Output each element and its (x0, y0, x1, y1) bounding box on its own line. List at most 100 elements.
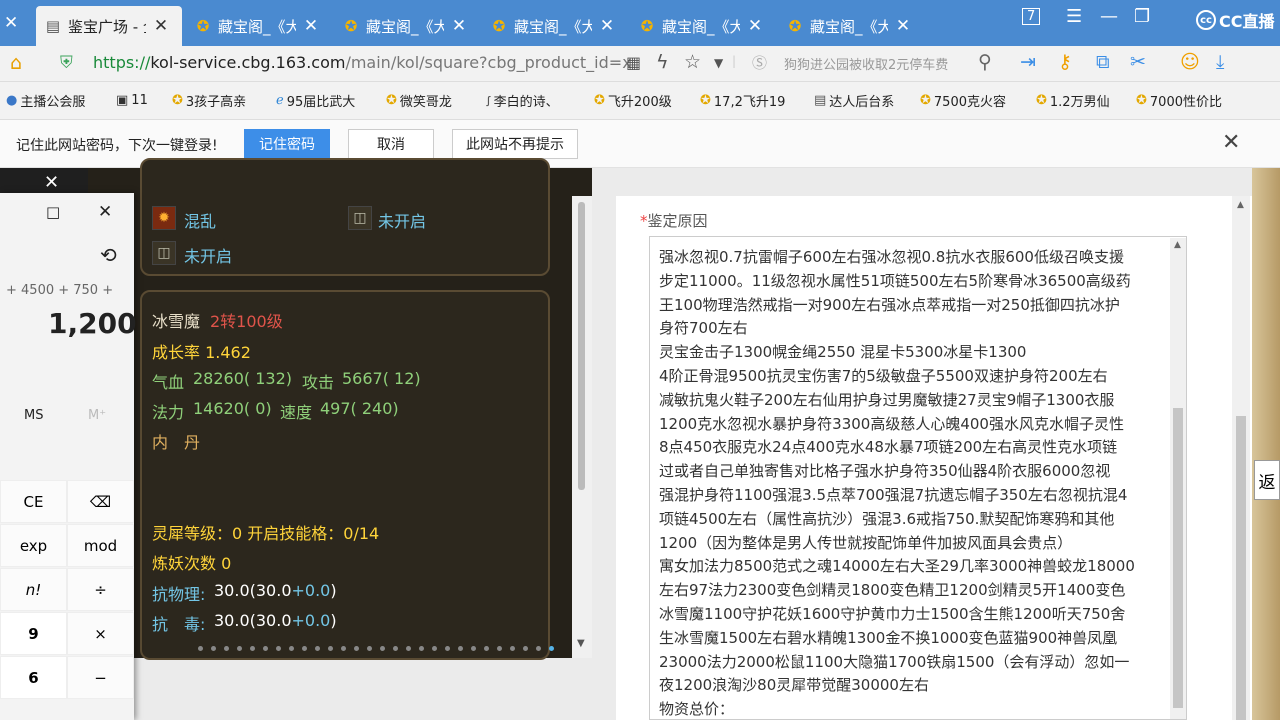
restore-icon[interactable]: □ (46, 203, 60, 221)
scroll-thumb[interactable] (1236, 416, 1246, 720)
required-marker: * (640, 212, 648, 230)
search-icon[interactable]: ⚲ (978, 51, 992, 73)
tab-cangbaoge-2[interactable]: ✪ 藏宝阁_《大 ✕ (334, 6, 476, 46)
menu-icon[interactable]: ☰ (1066, 6, 1082, 27)
close-icon[interactable]: ✕ (1222, 130, 1240, 155)
smiley-icon[interactable]: ☺ (1180, 51, 1200, 73)
scroll-thumb[interactable] (578, 202, 585, 490)
mod-key[interactable]: mod (67, 524, 134, 567)
url-field[interactable]: https://kol-service.cbg.163.com/main/kol… (93, 53, 632, 72)
close-icon[interactable]: ✕ (598, 16, 616, 36)
bookmark-item[interactable]: ✪ 3孩子高亲 (172, 91, 246, 110)
minus-key[interactable]: − (67, 656, 134, 699)
scroll-thumb[interactable] (1173, 408, 1183, 708)
digit-9-key[interactable]: 9 (0, 612, 67, 655)
search-engine-icon[interactable]: Ⓢ (752, 52, 767, 73)
bookmark-item[interactable]: ✪ 1.2万男仙 (1036, 91, 1110, 110)
bookmarks-bar: ● 主播公会服 ▣ 11 ✪ 3孩子高亲 ℯ 95届比武大 ✪ 微笑哥龙 ꭍ 李白的诗、 ✪… (0, 82, 1280, 120)
factorial-key[interactable]: n! (0, 568, 67, 611)
bookmark-item[interactable]: ✪ 微笑哥龙 (386, 91, 452, 110)
translate-icon[interactable]: ⧉ (1096, 51, 1110, 73)
memory-add-button[interactable]: M⁺ (88, 408, 106, 423)
divide-key[interactable]: ÷ (67, 568, 134, 611)
bookmark-item[interactable]: ✪ 7000性价比 (1136, 91, 1222, 110)
tab-jianbao[interactable]: ▤ 鉴宝广场 - 全 ✕ (36, 6, 182, 46)
tab-cangbaoge-1[interactable]: ✪ 藏宝阁_《大 ✕ (186, 6, 328, 46)
text-line: 减敏抗鬼火鞋子200左右仙用护身过男魔敏捷27灵宝9帽子1300衣服 (659, 390, 1115, 409)
backspace-key[interactable]: ⌫ (67, 480, 134, 523)
history-icon[interactable]: ⟲ (100, 243, 117, 267)
text-line: 生冰雪魔1500左右碧水精魄1300金不换1000变色蓝猫900神兽凤凰 (659, 628, 1118, 647)
bookmark-item[interactable]: ▤ 达人后台系 (814, 91, 894, 110)
speed-value: 497( 240) (320, 399, 399, 418)
exp-key[interactable]: exp (0, 524, 67, 567)
scroll-up-icon[interactable]: ▲ (1237, 200, 1244, 210)
chevron-down-icon[interactable]: ▼ (714, 56, 723, 70)
cancel-button[interactable]: 取消 (348, 129, 434, 159)
tab-cangbaoge-3[interactable]: ✪ 藏宝阁_《大 ✕ (482, 6, 624, 46)
tab-cangbaoge-5[interactable]: ✪ 藏宝阁_《大 ✕ (778, 6, 920, 46)
physical-res-base: 30.0(30.0 (214, 581, 292, 600)
cbg-icon: ✪ (640, 17, 654, 35)
download-icon[interactable]: ⤓ (1216, 51, 1224, 73)
tab-label: 鉴宝广场 - 全 (68, 17, 146, 36)
clear-entry-key[interactable]: CE (0, 480, 67, 523)
qr-icon[interactable]: ▦ (626, 53, 641, 72)
text-line: 物资总价： (659, 700, 735, 719)
side-return-tab[interactable]: 返 (1254, 460, 1280, 500)
bookmark-item[interactable]: ● 主播公会服 (6, 91, 85, 110)
close-icon[interactable]: ✕ (302, 16, 320, 36)
scroll-up-icon[interactable]: ▲ (1174, 240, 1181, 250)
calc-key-row: n! ÷ (0, 568, 134, 611)
digit-6-key[interactable]: 6 (0, 656, 67, 699)
scroll-down-icon[interactable]: ▼ (577, 638, 585, 649)
close-icon[interactable]: ✕ (746, 16, 764, 36)
login-icon[interactable]: ⇥ (1020, 51, 1036, 73)
close-icon[interactable]: ✕ (98, 202, 112, 222)
close-icon[interactable]: ✕ (44, 172, 59, 193)
bookmark-item[interactable]: ✪ 飞升200级 (594, 91, 672, 110)
close-icon[interactable]: ✕ (894, 16, 912, 36)
multiply-key[interactable]: × (67, 612, 134, 655)
tab-label: 藏宝阁_《大 (514, 17, 592, 36)
remember-password-button[interactable]: 记住密码 (244, 129, 330, 159)
document-icon: ▤ (814, 93, 827, 108)
text-line: 步定11000。11级忽视水属性51项链500左右5阶寒骨冰36500高级药 (659, 271, 1131, 290)
minimize-icon[interactable]: — (1100, 6, 1118, 27)
text-line: 王100物理浩然戒指一对900左右强冰点萃戒指一对250抵御四抗冰护 (659, 295, 1120, 314)
page-scrollbar[interactable]: ▲ (1232, 196, 1250, 720)
tab-label: 藏宝阁_《大 (662, 17, 740, 36)
pager-dots[interactable] (198, 646, 554, 651)
attack-label: 攻击 (302, 373, 335, 392)
text-line: 寓女加法力8500范式之魂14000左右大圣29几率3000神兽蛟龙18000 (659, 557, 1135, 576)
text-line: 强冰忽视0.7抗雷帽子600左右强冰忽视0.8抗水衣服600低级召唤支援 (659, 248, 1124, 266)
textarea-scrollbar[interactable]: ▲ (1170, 238, 1186, 719)
panel-scrollbar[interactable]: ▼ (572, 196, 592, 658)
appraisal-reason-textarea[interactable]: 强冰忽视0.7抗雷帽子600左右强冰忽视0.8抗水衣服600低级召唤支援 步定1… (649, 236, 1187, 720)
chaos-skill-icon[interactable]: ✹ (152, 206, 176, 230)
tab-count-badge[interactable]: 7 (1022, 8, 1041, 25)
lightning-icon[interactable]: ϟ (656, 51, 669, 73)
locked-skill-label: 未开启 (378, 212, 427, 231)
poem-icon: ꭍ (486, 94, 491, 110)
never-prompt-button[interactable]: 此网站不再提示 (452, 129, 578, 159)
bookmark-item[interactable]: ✪ 17,2飞升19 (700, 91, 785, 110)
search-hint[interactable]: 狗狗进公园被收取2元停车费 (784, 54, 948, 73)
maximize-icon[interactable]: ❐ (1134, 6, 1150, 27)
page-edge-background (1252, 168, 1280, 720)
key-icon[interactable]: ⚷ (1058, 51, 1072, 73)
calc-key-row: exp mod (0, 524, 134, 567)
bookmark-item[interactable]: ꭍ 李白的诗、 (486, 91, 559, 111)
scissors-icon[interactable]: ✂ (1130, 51, 1146, 73)
bookmark-item[interactable]: ✪ 7500克火容 (920, 91, 1006, 110)
tab-cangbaoge-4[interactable]: ✪ 藏宝阁_《大 ✕ (630, 6, 772, 46)
home-icon[interactable]: ⌂ (10, 52, 22, 74)
close-icon[interactable]: ✕ (450, 16, 468, 36)
close-tab-icon[interactable]: ✕ (4, 13, 18, 33)
bookmark-item[interactable]: ℯ 95届比武大 (276, 91, 355, 110)
star-icon[interactable]: ☆ (684, 51, 701, 73)
close-icon[interactable]: ✕ (152, 16, 170, 36)
memory-store-button[interactable]: MS (24, 408, 43, 423)
secure-shield-icon[interactable]: ⛨ (60, 53, 73, 73)
bookmark-item[interactable]: ▣ 11 (116, 93, 148, 108)
